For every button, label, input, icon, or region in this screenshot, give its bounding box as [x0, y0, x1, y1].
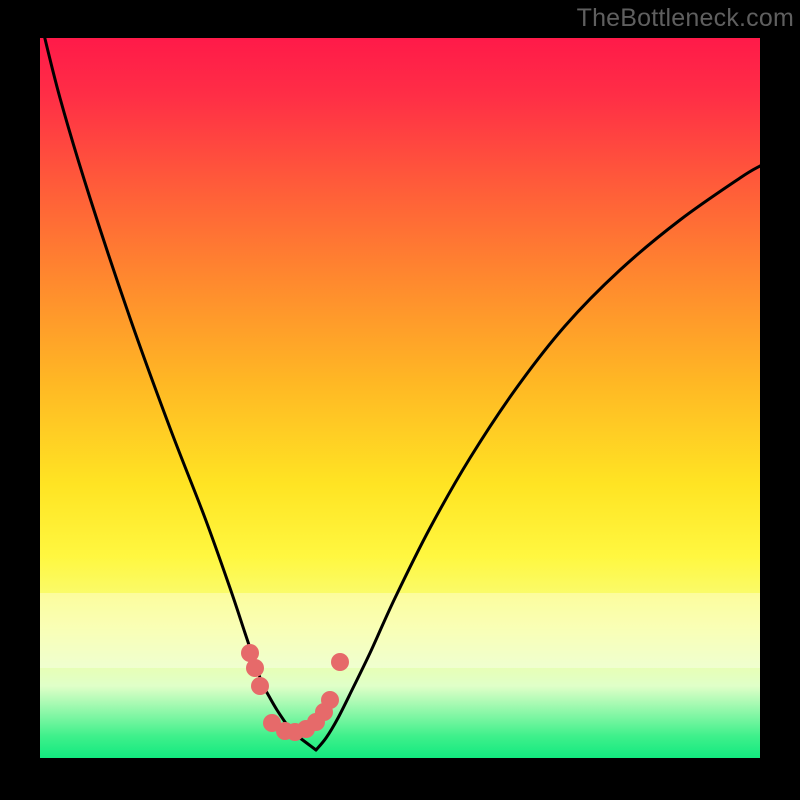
plot-area — [40, 38, 760, 758]
data-dot — [331, 653, 349, 671]
watermark-text: TheBottleneck.com — [577, 4, 794, 33]
data-dot — [251, 677, 269, 695]
chart-frame: TheBottleneck.com — [0, 0, 800, 800]
data-dot — [246, 659, 264, 677]
curves-svg — [40, 38, 760, 758]
data-dot — [321, 691, 339, 709]
right-curve — [316, 166, 760, 750]
left-curve — [40, 38, 316, 750]
